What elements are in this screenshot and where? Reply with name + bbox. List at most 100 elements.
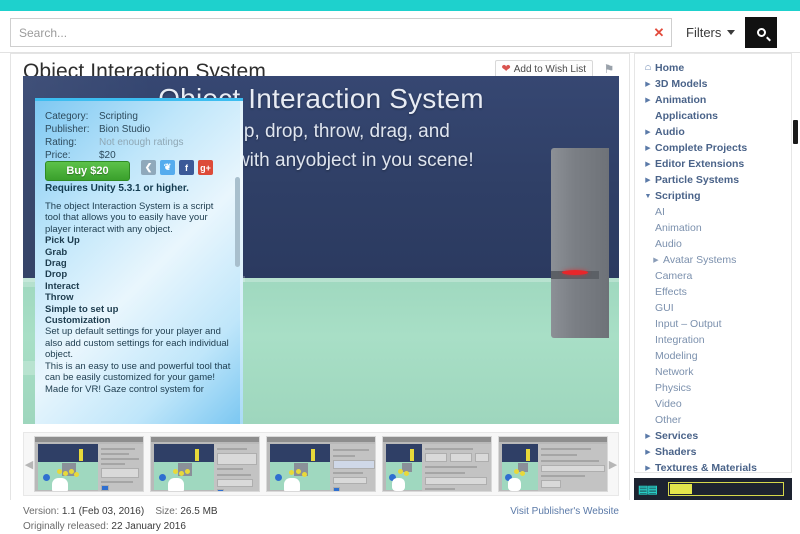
sidebar-item-home[interactable]: ☖ Home bbox=[635, 60, 791, 76]
feature-4: Interact bbox=[45, 280, 80, 292]
sidebar-label-animation: Animation bbox=[655, 94, 707, 106]
thumbnail-2[interactable] bbox=[266, 436, 376, 492]
thumb-blue-ball bbox=[159, 474, 166, 482]
thumbnail-1[interactable] bbox=[150, 436, 260, 492]
sidebar-item-scripting-audio[interactable]: Audio bbox=[635, 236, 791, 252]
released-row: Originally released: 22 January 2016 bbox=[23, 519, 619, 534]
page-scroll-handle[interactable] bbox=[793, 120, 798, 144]
chevron-right-icon[interactable]: ▶ bbox=[641, 96, 655, 104]
filters-button[interactable]: Filters bbox=[676, 18, 745, 47]
sidebar-label-particle-systems: Particle Systems bbox=[655, 174, 740, 186]
search-input[interactable] bbox=[11, 19, 647, 46]
home-icon: ☖ bbox=[644, 65, 652, 72]
sidebar-item-physics[interactable]: Physics bbox=[635, 380, 791, 396]
thumb-blue-ball bbox=[43, 474, 50, 482]
feature-5: Throw bbox=[45, 292, 74, 304]
chevron-down-icon bbox=[727, 30, 736, 35]
thumb-inspector-panel bbox=[421, 444, 491, 491]
sidebar-label-scripting-audio: Audio bbox=[655, 238, 682, 250]
clear-search-icon[interactable]: ✕ bbox=[647, 19, 671, 46]
chevron-right-icon[interactable]: ▶ bbox=[649, 256, 663, 264]
description-intro: The object Interaction System is a scrip… bbox=[45, 201, 214, 235]
social-share-row: ❮ ❦ f g+ bbox=[141, 160, 213, 175]
size-value: 26.5 MB bbox=[180, 506, 218, 517]
facebook-icon[interactable]: f bbox=[179, 160, 194, 175]
sidebar-item-editor-extensions[interactable]: ▶ Editor Extensions bbox=[635, 156, 791, 172]
carousel-next-button[interactable]: ▶ bbox=[608, 433, 618, 495]
released-label: Originally released: bbox=[23, 521, 109, 532]
sidebar-item-scripting-animation[interactable]: Animation bbox=[635, 220, 791, 236]
sidebar-item-textures-materials[interactable]: ▶ Textures & Materials bbox=[635, 460, 791, 472]
sidebar-item-network[interactable]: Network bbox=[635, 364, 791, 380]
chevron-right-icon[interactable]: ▶ bbox=[641, 128, 655, 136]
meta-value-publisher[interactable]: Bion Studio bbox=[99, 123, 150, 136]
product-info-overlay-panel: Category: Scripting Publisher: Bion Stud… bbox=[35, 98, 243, 424]
visit-publisher-website-link[interactable]: Visit Publisher's Website bbox=[510, 504, 619, 519]
sidebar-label-scripting: Scripting bbox=[655, 190, 701, 202]
sidebar-item-ai[interactable]: AI bbox=[635, 204, 791, 220]
promo-banner-highlight bbox=[670, 484, 692, 494]
thumb-titlebar bbox=[35, 437, 143, 442]
chevron-right-icon[interactable]: ▶ bbox=[641, 448, 655, 456]
sidebar-label-home: Home bbox=[655, 62, 685, 74]
sidebar-item-video[interactable]: Video bbox=[635, 396, 791, 412]
feature-6: Simple to set up bbox=[45, 303, 119, 315]
chevron-down-icon[interactable]: ▼ bbox=[641, 193, 655, 200]
sidebar-item-applications[interactable]: Applications bbox=[635, 108, 791, 124]
sidebar-item-avatar-systems[interactable]: ▶ Avatar Systems bbox=[635, 252, 791, 268]
thumbnail-4[interactable] bbox=[498, 436, 608, 492]
carousel-prev-button[interactable]: ◀ bbox=[24, 433, 34, 495]
sidebar-item-input-output[interactable]: Input – Output bbox=[635, 316, 791, 332]
sidebar-label-integration: Integration bbox=[655, 334, 705, 346]
sidebar-item-modeling[interactable]: Modeling bbox=[635, 348, 791, 364]
sidebar-item-particle-systems[interactable]: ▶ Particle Systems bbox=[635, 172, 791, 188]
sidebar-item-integration[interactable]: Integration bbox=[635, 332, 791, 348]
chevron-right-icon[interactable]: ▶ bbox=[641, 464, 655, 472]
promo-banner[interactable]: ▤▤ bbox=[634, 478, 792, 500]
thumbnail-3[interactable] bbox=[382, 436, 492, 492]
sidebar-item-scripting[interactable]: ▼ Scripting bbox=[635, 188, 791, 204]
sidebar-item-services[interactable]: ▶ Services bbox=[635, 428, 791, 444]
sidebar-label-other: Other bbox=[655, 414, 682, 426]
thumb-titlebar bbox=[267, 437, 375, 442]
chevron-right-icon[interactable]: ▶ bbox=[641, 144, 655, 152]
chevron-right-icon[interactable]: ▶ bbox=[641, 160, 655, 168]
google-plus-icon[interactable]: g+ bbox=[198, 160, 213, 175]
sidebar-label-camera: Camera bbox=[655, 270, 693, 282]
promo-banner-logo: ▤▤ bbox=[638, 484, 658, 496]
sidebar-item-3d-models[interactable]: ▶ 3D Models bbox=[635, 76, 791, 92]
product-detail-panel: Object Interaction System ❤ Add to Wish … bbox=[10, 53, 630, 532]
meta-row-publisher: Publisher: Bion Studio bbox=[45, 123, 231, 136]
meta-value-category[interactable]: Scripting bbox=[99, 110, 138, 123]
thumb-inspector-panel bbox=[97, 444, 143, 491]
thumbnail-0[interactable] bbox=[34, 436, 144, 492]
sidebar-item-complete-projects[interactable]: ▶ Complete Projects bbox=[635, 140, 791, 156]
thumb-marker bbox=[526, 448, 531, 461]
hero-image[interactable]: Object Interaction System Pick up, drop,… bbox=[23, 76, 619, 424]
feature-3: Drop bbox=[45, 269, 68, 281]
search-submit-button[interactable] bbox=[745, 17, 777, 48]
sidebar-item-effects[interactable]: Effects bbox=[635, 284, 791, 300]
thumb-ball-cluster bbox=[56, 469, 79, 478]
twitter-icon[interactable]: ❦ bbox=[160, 160, 175, 175]
sidebar-item-camera[interactable]: Camera bbox=[635, 268, 791, 284]
chevron-right-icon[interactable]: ▶ bbox=[641, 80, 655, 88]
sidebar-label-shaders: Shaders bbox=[655, 446, 697, 458]
thumb-inspector-panel bbox=[213, 444, 259, 491]
hero-laser-pointer bbox=[562, 270, 588, 275]
version-value: 1.1 (Feb 03, 2016) bbox=[61, 506, 145, 517]
sidebar-item-other[interactable]: Other bbox=[635, 412, 791, 428]
thumb-scene-view bbox=[38, 444, 101, 491]
buy-button[interactable]: Buy $20 bbox=[45, 161, 130, 181]
sidebar-item-animation[interactable]: ▶ Animation bbox=[635, 92, 791, 108]
info-panel-edge bbox=[240, 101, 243, 424]
sidebar-item-gui[interactable]: GUI bbox=[635, 300, 791, 316]
sidebar-item-audio[interactable]: ▶ Audio bbox=[635, 124, 791, 140]
search-icon bbox=[756, 28, 766, 37]
share-icon[interactable]: ❮ bbox=[141, 160, 156, 175]
chevron-right-icon[interactable]: ▶ bbox=[641, 176, 655, 184]
sidebar-item-shaders[interactable]: ▶ Shaders bbox=[635, 444, 791, 460]
global-navigation-bar: Categories Industries Support Community … bbox=[0, 0, 800, 11]
chevron-right-icon[interactable]: ▶ bbox=[641, 432, 655, 440]
version-row: Version: 1.1 (Feb 03, 2016) Size: 26.5 M… bbox=[23, 504, 619, 519]
